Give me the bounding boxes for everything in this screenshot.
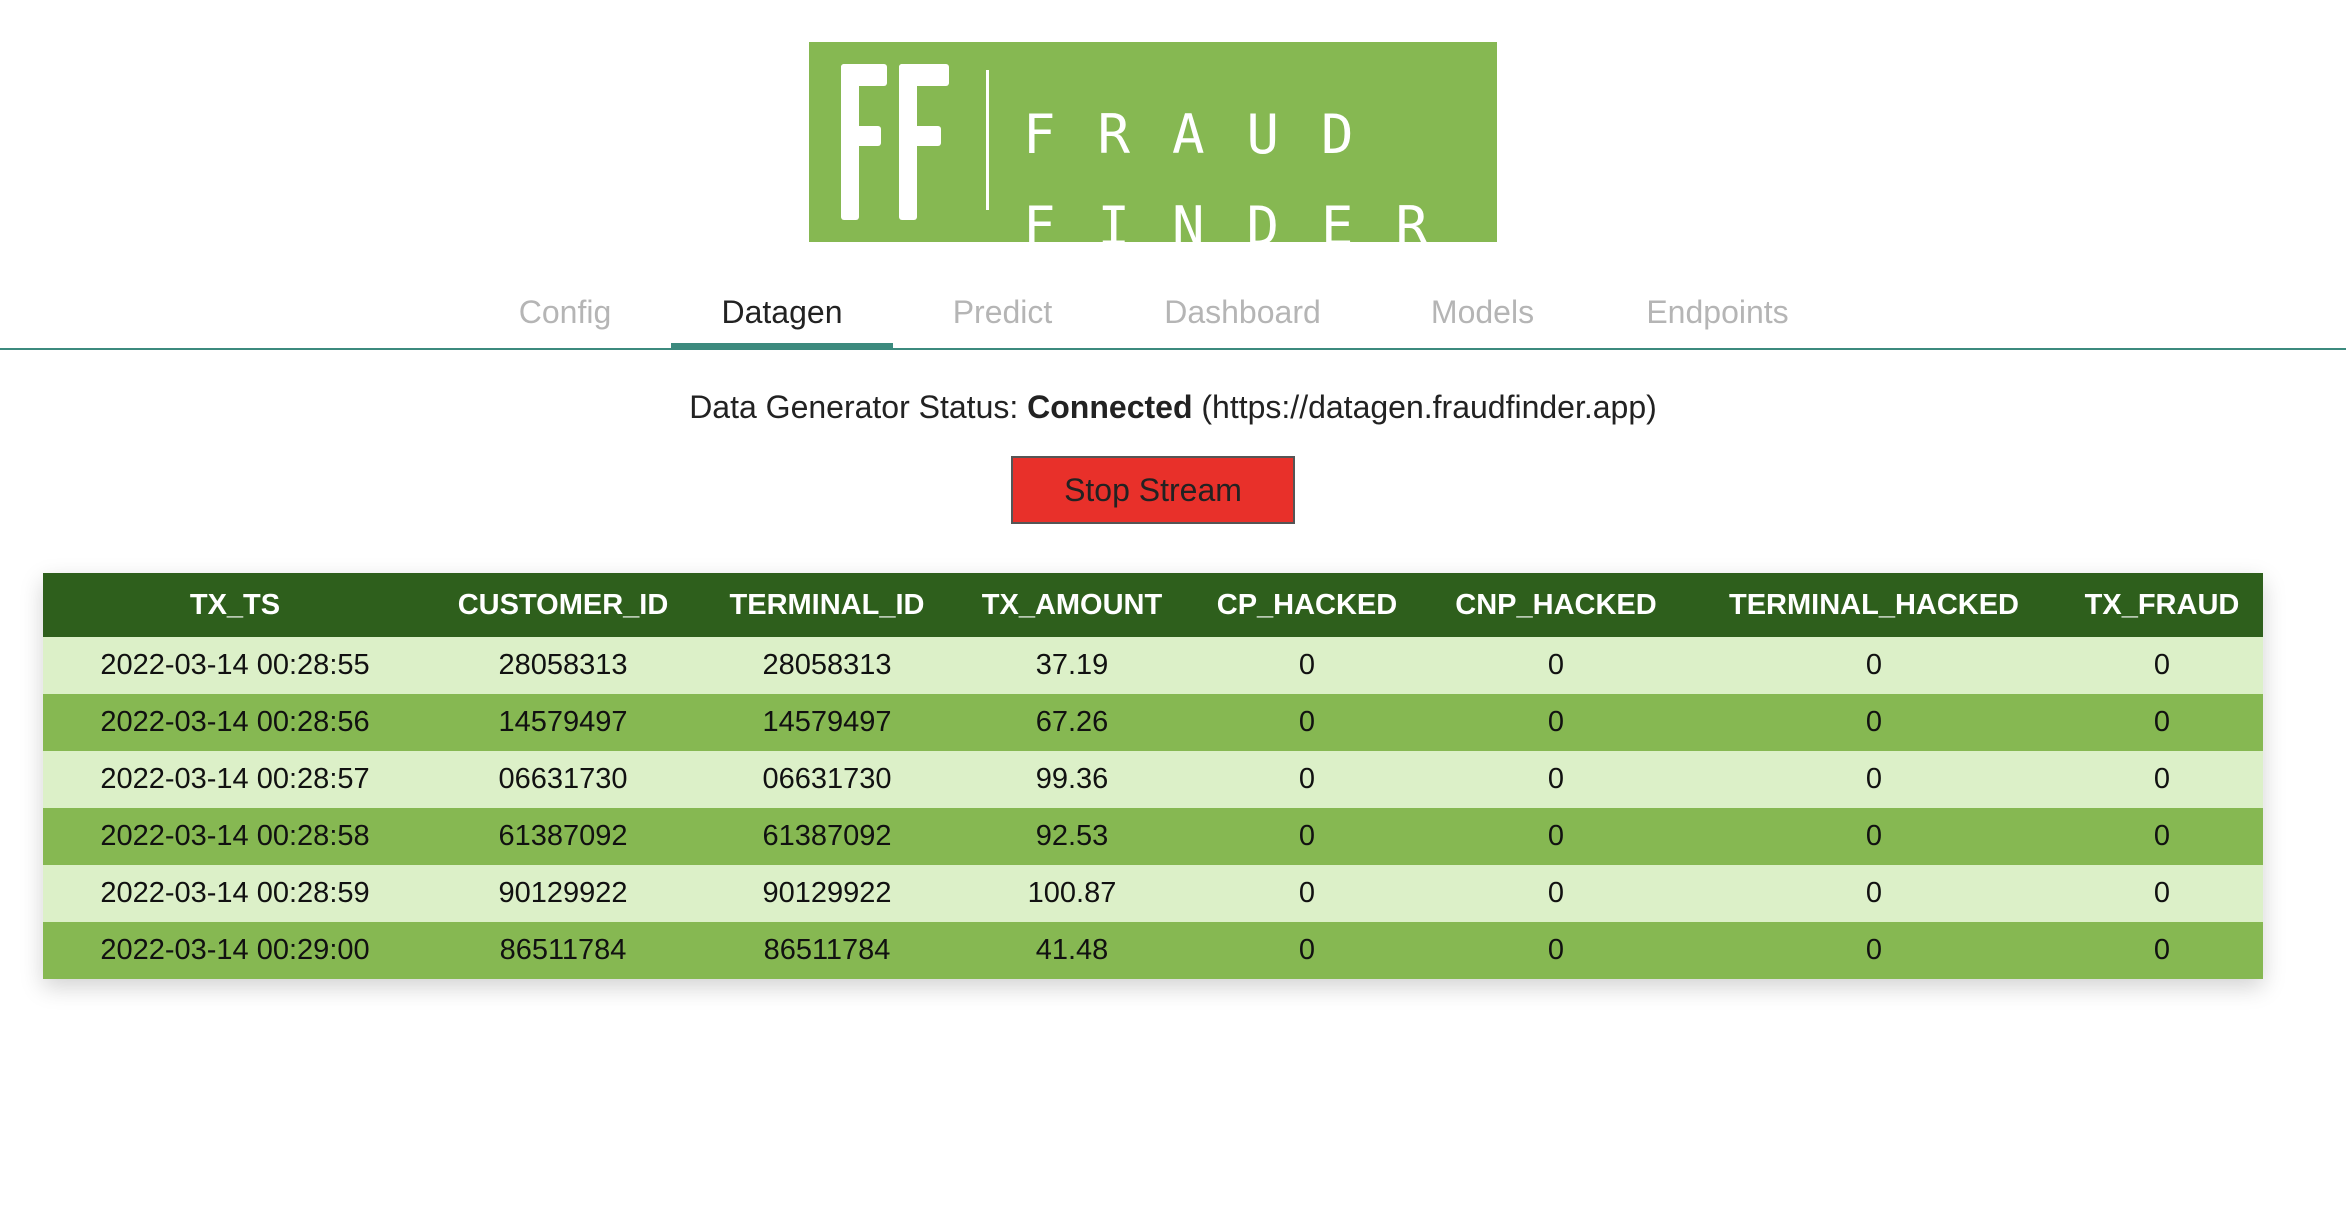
cell-tx-amount: 41.48: [955, 922, 1189, 979]
table-row: 2022-03-14 00:29:00 86511784 86511784 41…: [43, 922, 2263, 979]
logo-word-finder: FINDER: [1023, 195, 1471, 258]
cell-tx-ts: 2022-03-14 00:28:57: [43, 751, 427, 808]
fraudfinder-logo: FRAUD FINDER: [809, 42, 1497, 254]
column-header-tx-ts: TX_TS: [43, 573, 427, 637]
cell-tx-fraud: 0: [2061, 637, 2263, 694]
column-header-cnp-hacked: CNP_HACKED: [1425, 573, 1687, 637]
cell-cnp-hacked: 0: [1425, 637, 1687, 694]
cell-terminal-id: 14579497: [699, 694, 955, 751]
cell-cnp-hacked: 0: [1425, 865, 1687, 922]
column-header-cp-hacked: CP_HACKED: [1189, 573, 1425, 637]
cell-terminal-hacked: 0: [1687, 637, 2061, 694]
status-prefix: Data Generator Status:: [689, 389, 1019, 425]
cell-tx-amount: 37.19: [955, 637, 1189, 694]
ff-monogram-icon: [841, 64, 949, 220]
cell-terminal-hacked: 0: [1687, 808, 2061, 865]
transactions-table-container: TX_TS CUSTOMER_ID TERMINAL_ID TX_AMOUNT …: [43, 573, 2263, 979]
transactions-table: TX_TS CUSTOMER_ID TERMINAL_ID TX_AMOUNT …: [43, 573, 2263, 979]
cell-customer-id: 86511784: [427, 922, 699, 979]
column-header-terminal-hacked: TERMINAL_HACKED: [1687, 573, 2061, 637]
table-row: 2022-03-14 00:28:56 14579497 14579497 67…: [43, 694, 2263, 751]
cell-terminal-id: 90129922: [699, 865, 955, 922]
tab-endpoints[interactable]: Endpoints: [1620, 290, 1815, 348]
cell-tx-amount: 99.36: [955, 751, 1189, 808]
cell-cp-hacked: 0: [1189, 751, 1425, 808]
cell-tx-ts: 2022-03-14 00:28:58: [43, 808, 427, 865]
status-state: Connected: [1027, 389, 1193, 425]
logo-divider: [986, 70, 989, 210]
logo-word-fraud: FRAUD: [1023, 103, 1396, 166]
table-row: 2022-03-14 00:28:59 90129922 90129922 10…: [43, 865, 2263, 922]
cell-tx-ts: 2022-03-14 00:28:59: [43, 865, 427, 922]
cell-cp-hacked: 0: [1189, 694, 1425, 751]
cell-tx-ts: 2022-03-14 00:28:55: [43, 637, 427, 694]
cell-terminal-hacked: 0: [1687, 694, 2061, 751]
cell-customer-id: 06631730: [427, 751, 699, 808]
cell-cnp-hacked: 0: [1425, 808, 1687, 865]
active-tab-indicator: [671, 343, 893, 348]
status-url: (https://datagen.fraudfinder.app): [1201, 389, 1657, 425]
tab-datagen[interactable]: Datagen: [671, 290, 893, 348]
stop-stream-button[interactable]: Stop Stream: [1011, 456, 1295, 524]
cell-cnp-hacked: 0: [1425, 922, 1687, 979]
cell-tx-amount: 92.53: [955, 808, 1189, 865]
cell-terminal-hacked: 0: [1687, 751, 2061, 808]
cell-tx-amount: 100.87: [955, 865, 1189, 922]
page: FRAUD FINDER Config Datagen Predict Dash…: [0, 0, 2346, 1222]
cell-tx-ts: 2022-03-14 00:28:56: [43, 694, 427, 751]
cell-tx-amount: 67.26: [955, 694, 1189, 751]
cell-tx-fraud: 0: [2061, 694, 2263, 751]
cell-tx-fraud: 0: [2061, 922, 2263, 979]
column-header-terminal-id: TERMINAL_ID: [699, 573, 955, 637]
cell-customer-id: 28058313: [427, 637, 699, 694]
cell-terminal-id: 61387092: [699, 808, 955, 865]
column-header-customer-id: CUSTOMER_ID: [427, 573, 699, 637]
cell-tx-fraud: 0: [2061, 865, 2263, 922]
cell-cp-hacked: 0: [1189, 865, 1425, 922]
cell-terminal-hacked: 0: [1687, 922, 2061, 979]
tab-predict[interactable]: Predict: [930, 290, 1075, 348]
cell-tx-ts: 2022-03-14 00:29:00: [43, 922, 427, 979]
column-header-tx-amount: TX_AMOUNT: [955, 573, 1189, 637]
table-header-row: TX_TS CUSTOMER_ID TERMINAL_ID TX_AMOUNT …: [43, 573, 2263, 637]
cell-customer-id: 61387092: [427, 808, 699, 865]
table-row: 2022-03-14 00:28:57 06631730 06631730 99…: [43, 751, 2263, 808]
cell-tx-fraud: 0: [2061, 808, 2263, 865]
table-row: 2022-03-14 00:28:55 28058313 28058313 37…: [43, 637, 2263, 694]
datagen-status: Data Generator Status: Connected (https:…: [0, 387, 2346, 427]
tab-models[interactable]: Models: [1410, 290, 1555, 348]
cell-terminal-hacked: 0: [1687, 865, 2061, 922]
cell-cp-hacked: 0: [1189, 637, 1425, 694]
cell-customer-id: 14579497: [427, 694, 699, 751]
cell-cp-hacked: 0: [1189, 808, 1425, 865]
cell-terminal-id: 06631730: [699, 751, 955, 808]
table-row: 2022-03-14 00:28:58 61387092 61387092 92…: [43, 808, 2263, 865]
cell-customer-id: 90129922: [427, 865, 699, 922]
cell-terminal-id: 86511784: [699, 922, 955, 979]
tab-config[interactable]: Config: [500, 290, 630, 348]
cell-cnp-hacked: 0: [1425, 751, 1687, 808]
cell-tx-fraud: 0: [2061, 751, 2263, 808]
nav-tabs: Config Datagen Predict Dashboard Models …: [0, 290, 2346, 350]
cell-terminal-id: 28058313: [699, 637, 955, 694]
cell-cnp-hacked: 0: [1425, 694, 1687, 751]
column-header-tx-fraud: TX_FRAUD: [2061, 573, 2263, 637]
tab-dashboard[interactable]: Dashboard: [1140, 290, 1345, 348]
cell-cp-hacked: 0: [1189, 922, 1425, 979]
